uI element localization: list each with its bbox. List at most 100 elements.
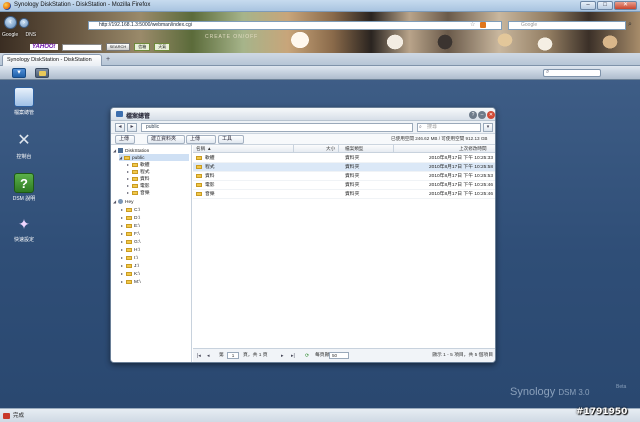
tree-node-diskstation[interactable]: ◢ DiskStation: [113, 147, 149, 154]
file-list-header: 名稱 ▲ 大小 檔案類型 上次修改時間: [193, 145, 495, 153]
forward-button[interactable]: ›: [19, 18, 29, 28]
column-header-size[interactable]: 大小: [326, 145, 335, 153]
window-close-button[interactable]: ✕: [487, 111, 495, 119]
search-magnifier-icon[interactable]: ⌕: [628, 21, 632, 29]
back-button[interactable]: ◂: [115, 123, 125, 132]
advanced-search-button[interactable]: ▾: [483, 123, 493, 132]
tools-menu-button[interactable]: 工具: [218, 135, 244, 144]
page-size-select[interactable]: 50: [329, 352, 349, 359]
tree-node-hey[interactable]: ◢ Hey: [113, 198, 134, 205]
tree-node-drive[interactable]: ▸ I:\: [121, 254, 138, 261]
close-button[interactable]: ✕: [614, 1, 637, 10]
file-search-input[interactable]: 搜尋: [417, 123, 481, 132]
tree-label: M:\: [134, 280, 141, 285]
table-row[interactable]: 程式 資料夾 2010年8月17日 下午 10:25:58: [193, 163, 495, 172]
folder-icon: [132, 169, 138, 174]
file-toolbar: 上傳 建立資料夾 上傳 工具 已使用空間 246.62 MB / 可使用空間 9…: [111, 134, 495, 145]
tree-node-drive[interactable]: ▸ K:\: [121, 270, 140, 277]
bookmark-star-icon[interactable]: ☆: [470, 21, 475, 28]
yahoo-mail-button[interactable]: 信箱: [134, 43, 151, 51]
tree-node-drive[interactable]: ▸ E:\: [121, 222, 140, 229]
tree-node-folder[interactable]: ▸ 軟體: [127, 161, 150, 168]
browser-search-input[interactable]: Google: [508, 21, 626, 30]
folder-icon: [126, 247, 132, 252]
column-header-type[interactable]: 檔案類型: [345, 145, 363, 153]
tree-node-folder[interactable]: ▸ 程式: [127, 168, 150, 175]
modified-cell: 2010年8月17日 下午 10:25:46: [429, 183, 493, 188]
tree-node-folder[interactable]: ▸ 音樂: [127, 189, 150, 196]
tree-node-drive[interactable]: ▸ F:\: [121, 230, 140, 237]
tree-node-public[interactable]: ◢ public: [119, 154, 189, 161]
tree-node-drive[interactable]: ▸ D:\: [121, 214, 140, 221]
wizard-icon: ✦: [18, 216, 30, 232]
folder-icon: [126, 231, 132, 236]
table-row[interactable]: 電影 資料夾 2010年8月17日 下午 10:25:46: [193, 181, 495, 190]
tree-node-drive[interactable]: ▸ C:\: [121, 206, 140, 213]
minimize-button[interactable]: –: [580, 1, 596, 10]
image-watermark: #1791950: [576, 407, 628, 417]
folder-icon: [126, 271, 132, 276]
path-field[interactable]: public: [141, 123, 413, 132]
last-page-icon[interactable]: ▸|: [291, 353, 295, 359]
modified-cell: 2010年8月17日 下午 10:25:46: [429, 192, 493, 197]
page-number-input[interactable]: 1: [227, 352, 239, 359]
tree-label: I:\: [134, 256, 138, 261]
table-row[interactable]: 音樂 資料夾 2010年8月17日 下午 10:25:46: [193, 190, 495, 199]
dsm-main-menu-button[interactable]: ▾: [12, 68, 26, 78]
window-titlebar[interactable]: 檔案總管 ? – ✕: [111, 108, 495, 121]
help-icon: ?: [14, 173, 34, 193]
folder-icon: [126, 263, 132, 268]
desktop-shortcut-label: 檔案總管: [13, 110, 34, 116]
taskbar-file-station-button[interactable]: [35, 68, 49, 78]
file-name: 程式: [205, 165, 215, 170]
new-folder-button[interactable]: 建立資料夾: [147, 135, 185, 144]
desktop-shortcut-file-station[interactable]: 檔案總管: [12, 87, 36, 116]
window-help-button[interactable]: ?: [469, 111, 477, 119]
page-suffix: 頁，共 1 頁: [243, 353, 268, 358]
table-row[interactable]: 軟體 資料夾 2010年8月17日 下午 10:25:33: [193, 154, 495, 163]
tree-node-drive[interactable]: ▸ H:\: [121, 246, 140, 253]
first-page-icon[interactable]: |◂: [197, 353, 201, 359]
back-button[interactable]: ‹: [4, 16, 17, 29]
next-page-icon[interactable]: ▸: [281, 353, 284, 359]
refresh-icon[interactable]: ⟳: [305, 353, 309, 359]
bookmark-item[interactable]: DNS: [26, 32, 37, 38]
upload-button[interactable]: 上傳: [115, 135, 135, 144]
desktop-shortcut-control-panel[interactable]: ✕ 控制台: [12, 131, 36, 160]
table-row[interactable]: 資料 資料夾 2010年8月17日 下午 10:25:53: [193, 172, 495, 181]
yahoo-weather-button[interactable]: 天氣: [154, 43, 171, 51]
status-text: 完成: [13, 413, 25, 419]
column-header-name[interactable]: 名稱: [196, 145, 205, 153]
maximize-button[interactable]: □: [597, 1, 613, 10]
dsm-search-input[interactable]: [543, 69, 601, 77]
tab-strip: Synology DiskStation - DiskStation +: [0, 53, 640, 66]
desktop-shortcut-wizard[interactable]: ✦ 快速設定: [12, 214, 36, 243]
tree-node-folder[interactable]: ▸ 電影: [127, 182, 150, 189]
desktop-shortcut-label: 控制台: [16, 154, 32, 160]
rss-feed-icon[interactable]: [480, 22, 486, 28]
action-menu-button[interactable]: 上傳: [186, 135, 216, 144]
previous-page-icon[interactable]: ◂: [207, 353, 210, 359]
tab-diskstation[interactable]: Synology DiskStation - DiskStation: [2, 54, 102, 66]
yahoo-search-button[interactable]: SEARCH: [105, 43, 131, 51]
column-divider[interactable]: [393, 145, 394, 153]
column-header-modified[interactable]: 上次修改時間: [459, 145, 487, 153]
desktop-shortcut-help[interactable]: ? DSM 說明: [12, 173, 36, 202]
tree-node-drive[interactable]: ▸ J:\: [121, 262, 139, 269]
bookmark-item[interactable]: Google: [2, 32, 18, 38]
tree-node-folder[interactable]: ▸ 資料: [127, 175, 150, 182]
url-bar[interactable]: http://192.168.1.3:5000/webman/index.cgi: [88, 21, 502, 30]
yahoo-search-input[interactable]: [61, 43, 102, 51]
tree-node-drive[interactable]: ▸ M:\: [121, 278, 141, 285]
tree-node-drive[interactable]: ▸ G:\: [121, 238, 140, 245]
folder-icon: [124, 155, 130, 160]
page-prefix: 第: [219, 353, 224, 358]
column-divider[interactable]: [338, 145, 339, 153]
new-tab-icon[interactable]: +: [106, 56, 110, 63]
folder-icon: [132, 183, 138, 188]
column-divider[interactable]: [293, 145, 294, 153]
forward-button[interactable]: ▸: [127, 123, 137, 132]
folder-icon: [196, 173, 202, 178]
folder-icon: [132, 190, 138, 195]
window-minimize-button[interactable]: –: [478, 111, 486, 119]
